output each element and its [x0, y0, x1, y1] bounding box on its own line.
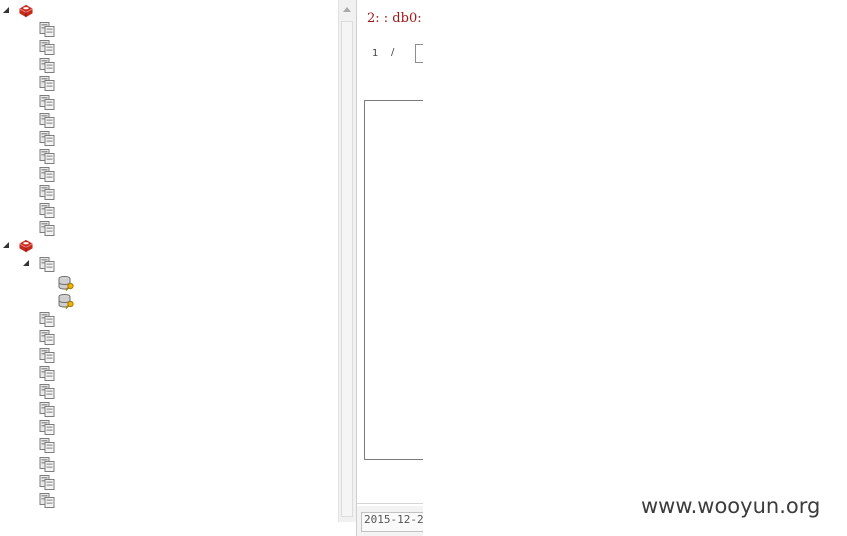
tree-key-node[interactable]	[0, 293, 200, 311]
detail-label: /	[391, 47, 395, 58]
database-icon	[39, 22, 55, 38]
database-icon	[39, 148, 55, 164]
database-icon	[39, 311, 55, 327]
tree-database-node[interactable]	[0, 401, 200, 419]
database-icon	[39, 257, 55, 273]
tree-server-node[interactable]	[0, 238, 200, 256]
key-path-title: 2: : db0: : c	[367, 11, 423, 26]
database-icon	[39, 112, 55, 128]
tree-database-node[interactable]	[0, 94, 200, 112]
tree-database-node[interactable]	[0, 256, 200, 274]
tree-database-node[interactable]	[0, 112, 200, 130]
database-icon	[39, 366, 55, 381]
tree-database-node[interactable]	[0, 419, 200, 437]
tree-database-node[interactable]	[0, 166, 200, 184]
tree-database-node[interactable]	[0, 347, 200, 365]
database-icon	[39, 76, 55, 92]
scroll-up-arrow-icon[interactable]	[343, 7, 351, 12]
database-icon	[39, 438, 55, 454]
database-icon	[39, 166, 55, 182]
database-icon	[39, 420, 55, 436]
database-icon	[39, 130, 55, 146]
tree-database-node[interactable]	[0, 474, 200, 492]
value-editor[interactable]	[364, 100, 423, 460]
tree-database-node[interactable]	[0, 75, 200, 93]
database-icon	[39, 329, 55, 345]
tree-database-node[interactable]	[0, 437, 200, 455]
tree-key-node[interactable]	[0, 275, 200, 293]
expand-toggle-icon[interactable]	[3, 242, 9, 249]
database-key-icon	[58, 275, 74, 291]
key-detail-panel: 2: : db0: : c 1 / 2015-12-2	[356, 0, 423, 536]
database-icon	[39, 94, 55, 110]
database-icon	[39, 203, 55, 219]
database-icon	[39, 402, 55, 418]
tree-database-node[interactable]	[0, 492, 200, 510]
tree-database-node[interactable]	[0, 365, 200, 383]
tree-scrollbar[interactable]	[338, 0, 356, 522]
tree-database-node[interactable]	[0, 130, 200, 148]
tree-database-node[interactable]	[0, 184, 200, 202]
redis-server-icon	[19, 4, 33, 18]
database-icon	[39, 58, 55, 74]
database-icon	[39, 384, 55, 400]
database-icon	[39, 492, 55, 508]
database-icon	[39, 40, 55, 56]
tree-database-node[interactable]	[0, 383, 200, 401]
detail-label: 1	[372, 48, 379, 59]
key-field[interactable]	[415, 44, 423, 63]
tree-database-node[interactable]	[0, 456, 200, 474]
watermark: www.wooyun.org	[641, 494, 821, 518]
scroll-thumb[interactable]	[341, 21, 353, 517]
database-icon	[39, 221, 55, 237]
divider	[357, 503, 423, 504]
tree-database-node[interactable]	[0, 202, 200, 220]
tree-database-node[interactable]	[0, 220, 200, 238]
database-icon	[39, 185, 55, 200]
database-icon	[39, 474, 55, 490]
redis-server-icon	[19, 240, 33, 253]
database-icon	[39, 347, 55, 363]
tree-database-node[interactable]	[0, 329, 200, 347]
database-icon	[39, 456, 55, 472]
database-key-icon	[58, 293, 74, 309]
expand-toggle-icon[interactable]	[23, 260, 29, 267]
tree-database-node[interactable]	[0, 57, 200, 75]
expand-toggle-icon[interactable]	[3, 7, 9, 13]
connection-tree	[0, 0, 340, 522]
tree-database-node[interactable]	[0, 21, 200, 39]
tree-database-node[interactable]	[0, 148, 200, 166]
status-timestamp: 2015-12-2	[364, 513, 423, 526]
tree-database-node[interactable]	[0, 311, 200, 329]
tree-database-node[interactable]	[0, 39, 200, 57]
tree-server-node[interactable]	[0, 3, 200, 21]
